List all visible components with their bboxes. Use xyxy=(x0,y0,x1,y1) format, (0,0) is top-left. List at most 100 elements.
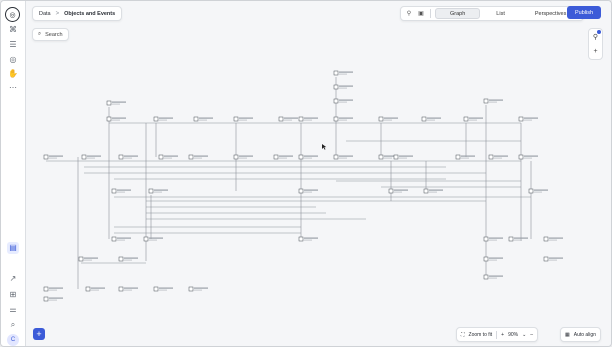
graph-node-sublabel xyxy=(304,119,312,121)
graph-node-label xyxy=(159,117,173,119)
graph-node xyxy=(298,116,304,122)
graph-node-label xyxy=(384,117,398,119)
graph-node-sublabel xyxy=(489,277,497,279)
graph-node-sublabel xyxy=(149,239,157,241)
graph-node xyxy=(298,236,304,242)
graph-node-sublabel xyxy=(489,239,497,241)
graph-node-sublabel xyxy=(469,119,477,121)
export-icon[interactable]: ↗ xyxy=(7,273,19,285)
filter-panel-icon[interactable]: ⚲ xyxy=(593,33,598,41)
graph-node-label xyxy=(304,155,318,157)
chevron-down-icon[interactable]: ⌄ xyxy=(522,332,526,338)
graph-node-sublabel xyxy=(304,239,312,241)
graph-node-label xyxy=(514,237,528,239)
graph-node-label xyxy=(461,155,475,157)
add-object-button[interactable]: + xyxy=(33,328,45,340)
objects-icon[interactable]: ⌘ xyxy=(7,24,19,36)
graph-node xyxy=(193,116,199,122)
search-rail-icon[interactable]: ⌕ xyxy=(7,319,19,331)
graph-node xyxy=(298,188,304,194)
graph-node xyxy=(488,154,494,160)
graph-node xyxy=(278,116,284,122)
compass-icon[interactable]: ◎ xyxy=(7,54,19,66)
zoom-level[interactable]: 90% xyxy=(508,332,518,338)
graph-node xyxy=(158,154,164,160)
graph-node-label xyxy=(284,117,298,119)
zoom-to-fit-button[interactable]: Zoom to fit xyxy=(469,332,493,338)
app-logo-icon[interactable]: ◎ xyxy=(5,7,20,22)
graph-node xyxy=(483,98,489,104)
graph-node-sublabel xyxy=(489,259,497,261)
graph-node-label xyxy=(279,155,293,157)
graph-node-label xyxy=(154,189,168,191)
graph-node-label xyxy=(194,287,208,289)
graph-node xyxy=(78,256,84,262)
graph-node-sublabel xyxy=(194,157,202,159)
graph-node xyxy=(378,154,384,160)
graph-node-label xyxy=(339,71,353,73)
graph-node xyxy=(483,256,489,262)
graph-node-sublabel xyxy=(112,103,120,105)
graph-node xyxy=(421,116,427,122)
graph-node xyxy=(43,154,49,160)
graph-node-sublabel xyxy=(427,119,435,121)
graph-node xyxy=(106,100,112,106)
graph-node xyxy=(111,188,117,194)
zoom-in-button[interactable]: + xyxy=(501,332,504,338)
graph-node-sublabel xyxy=(49,157,57,159)
graph-view-icon[interactable]: ▤ xyxy=(7,242,19,254)
hand-icon[interactable]: ✋ xyxy=(7,68,19,80)
more-icon[interactable]: ⋯ xyxy=(7,82,19,94)
graph-node xyxy=(543,236,549,242)
grid-icon[interactable]: ⊞ xyxy=(7,289,19,301)
graph-node-sublabel xyxy=(124,259,132,261)
graph-node-sublabel xyxy=(549,259,557,261)
graph-node-sublabel xyxy=(117,191,125,193)
graph-node-label xyxy=(117,237,131,239)
graph-node-label xyxy=(524,117,538,119)
graph-node xyxy=(483,274,489,280)
graph-node xyxy=(43,286,49,292)
graph-node xyxy=(333,154,339,160)
graph-node-label xyxy=(469,117,483,119)
auto-align-label: Auto align xyxy=(573,331,596,338)
auto-align-button[interactable]: ▦ Auto align xyxy=(560,327,601,342)
graph-node-label xyxy=(489,257,503,259)
graph-node xyxy=(273,154,279,160)
graph-node-label xyxy=(427,117,441,119)
zoom-divider xyxy=(496,330,498,339)
graph-node xyxy=(518,116,524,122)
graph-node-sublabel xyxy=(399,157,407,159)
graph-node-sublabel xyxy=(49,299,57,301)
graph-node xyxy=(543,256,549,262)
zoom-to-fit-icon[interactable]: ⛶ xyxy=(461,332,465,338)
graph-node-sublabel xyxy=(239,119,247,121)
graph-node-sublabel xyxy=(524,157,532,159)
graph-node-label xyxy=(304,117,318,119)
add-icon[interactable]: + xyxy=(593,48,597,55)
graph-node-label xyxy=(49,155,63,157)
graph-node-label xyxy=(124,257,138,259)
graph-node-label xyxy=(239,155,253,157)
zoom-out-button[interactable]: – xyxy=(530,332,533,338)
graph-node-sublabel xyxy=(124,289,132,291)
graph-node xyxy=(85,286,91,292)
sliders-icon[interactable]: ⚌ xyxy=(7,304,19,316)
graph-node xyxy=(333,116,339,122)
avatar[interactable]: C xyxy=(7,334,19,346)
graph-node-sublabel xyxy=(304,157,312,159)
graph-node-sublabel xyxy=(117,239,125,241)
graph-node xyxy=(528,188,534,194)
graph-node-sublabel xyxy=(549,239,557,241)
graph-node-sublabel xyxy=(489,101,497,103)
graph-node-sublabel xyxy=(87,157,95,159)
graph-node-sublabel xyxy=(384,119,392,121)
table-icon[interactable]: ☰ xyxy=(7,39,19,51)
graph-node xyxy=(106,116,112,122)
graph-node-sublabel xyxy=(494,157,502,159)
left-rail: ◎ ⌘ ☰ ◎ ✋ ⋯ ▤ ↗ ⊞ ⚌ ⌕ C xyxy=(1,1,26,346)
graph-node xyxy=(298,154,304,160)
graph-node xyxy=(463,116,469,122)
graph-node-label xyxy=(84,257,98,259)
graph-node xyxy=(81,154,87,160)
